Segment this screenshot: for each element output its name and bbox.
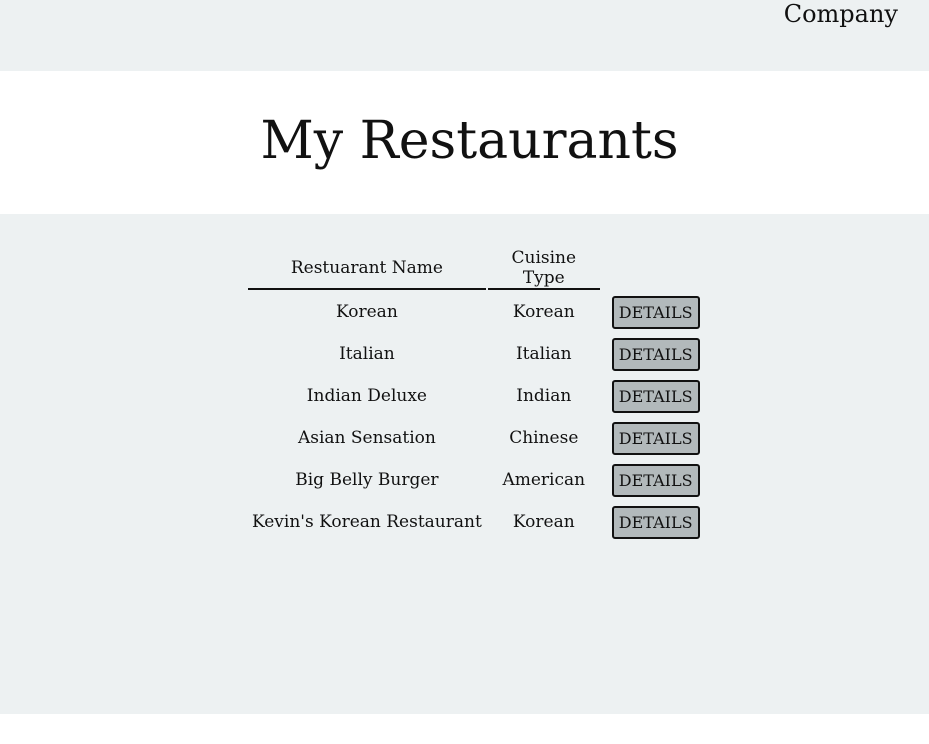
cuisine-type-cell: Korean	[512, 302, 575, 322]
top-nav-bar: Company	[0, 0, 929, 71]
restaurant-name-cell: Kevin's Korean Restaurant	[252, 512, 482, 532]
action-cell: DETAILS	[602, 460, 704, 500]
action-cell: DETAILS	[602, 502, 704, 542]
action-cell: DETAILS	[602, 334, 704, 374]
details-button[interactable]: DETAILS	[611, 463, 700, 497]
page-title: My Restaurants	[260, 111, 679, 171]
details-button[interactable]: DETAILS	[611, 295, 700, 329]
restaurant-name-cell: Italian	[339, 344, 395, 364]
cuisine-type-cell: Korean	[512, 512, 575, 532]
cuisine-type-cell: Italian	[515, 344, 572, 364]
restaurants-table: Restuarant Name Cuisine Type Korean Kore…	[246, 246, 706, 544]
page-footer	[0, 714, 929, 744]
cuisine-type-cell: Indian	[516, 386, 572, 406]
column-header-restaurant-name: Restuarant Name	[248, 248, 486, 290]
details-button[interactable]: DETAILS	[611, 337, 700, 371]
details-button[interactable]: DETAILS	[611, 421, 700, 455]
company-nav-link[interactable]: Company	[784, 0, 898, 28]
restaurant-name-cell: Indian Deluxe	[306, 386, 427, 406]
table-header-row: Restuarant Name Cuisine Type	[248, 248, 704, 290]
restaurant-name-cell: Big Belly Burger	[295, 470, 439, 490]
table-row: Kevin's Korean Restaurant Korean DETAILS	[248, 502, 704, 542]
cuisine-type-cell: American	[502, 470, 586, 490]
details-button[interactable]: DETAILS	[611, 505, 700, 539]
action-cell: DETAILS	[602, 292, 704, 332]
table-row: Korean Korean DETAILS	[248, 292, 704, 332]
action-cell: DETAILS	[602, 376, 704, 416]
restaurant-name-cell: Asian Sensation	[297, 428, 436, 448]
table-row: Big Belly Burger American DETAILS	[248, 460, 704, 500]
details-button[interactable]: DETAILS	[611, 379, 700, 413]
table-row: Indian Deluxe Indian DETAILS	[248, 376, 704, 416]
table-row: Italian Italian DETAILS	[248, 334, 704, 374]
restaurant-name-cell: Korean	[336, 302, 398, 322]
page-header: My Restaurants	[0, 71, 929, 214]
table-row: Asian Sensation Chinese DETAILS	[248, 418, 704, 458]
column-header-cuisine-type: Cuisine Type	[487, 248, 600, 290]
action-cell: DETAILS	[602, 418, 704, 458]
cuisine-type-cell: Chinese	[509, 428, 579, 448]
main-content: Restuarant Name Cuisine Type Korean Kore…	[0, 214, 929, 714]
column-header-action	[602, 248, 704, 290]
